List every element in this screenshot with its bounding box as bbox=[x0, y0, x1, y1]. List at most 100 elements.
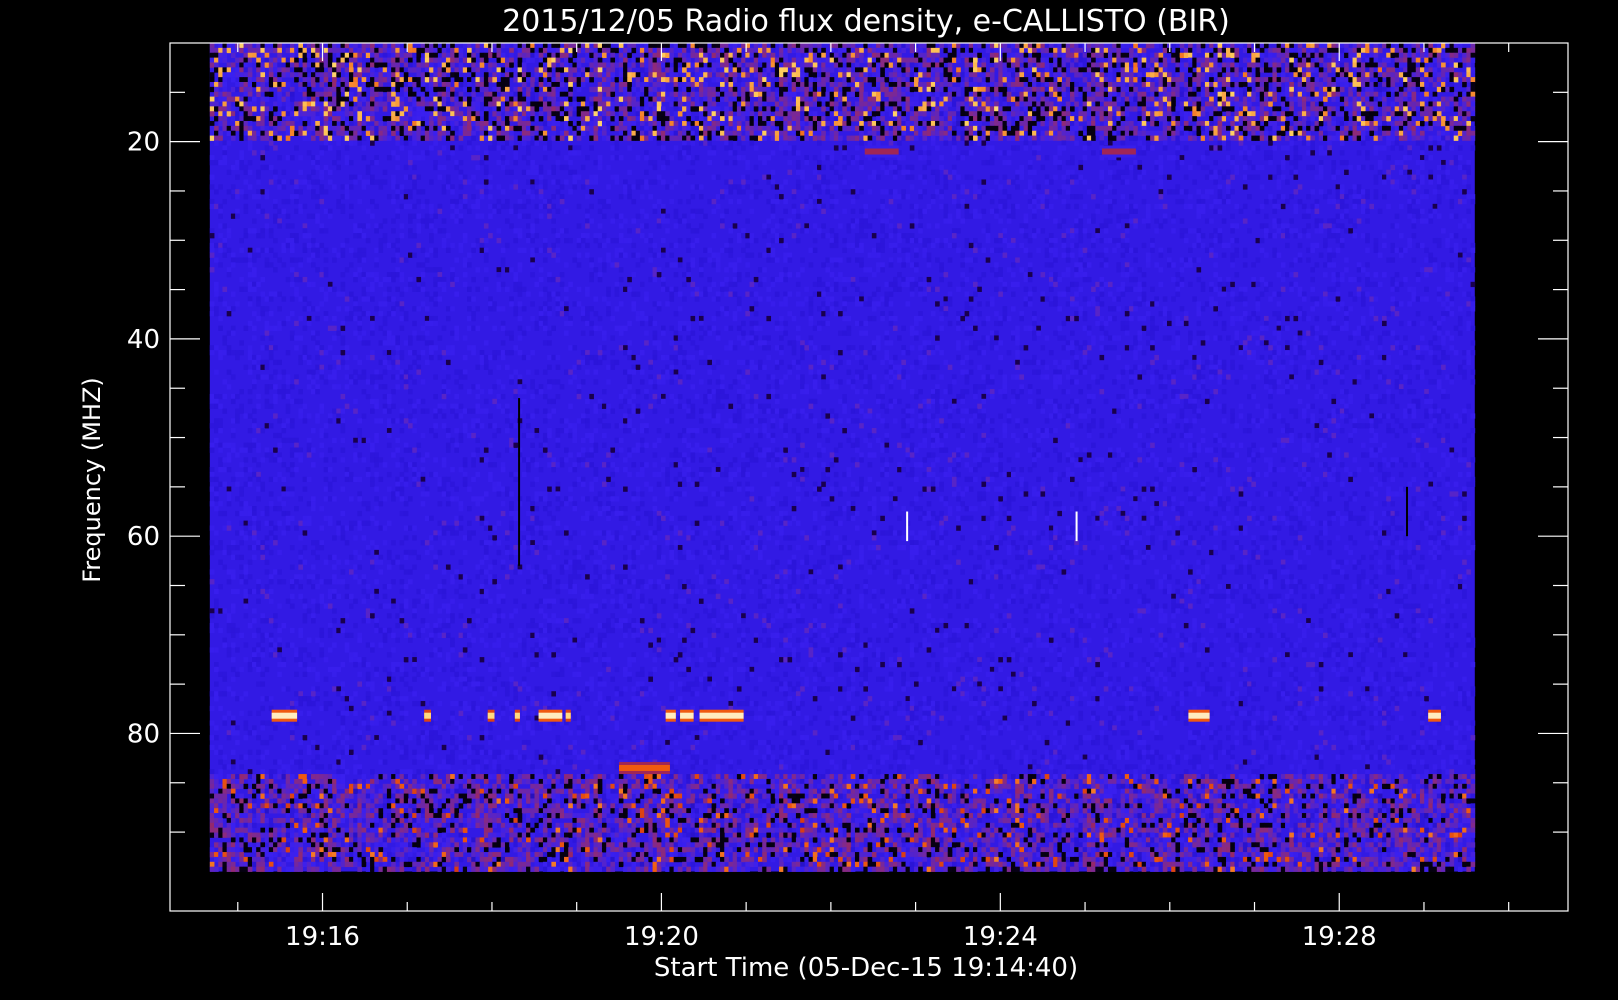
heatmap-cell bbox=[1382, 62, 1387, 68]
heatmap-cell bbox=[306, 106, 312, 112]
heatmap-cell bbox=[1091, 150, 1096, 156]
heatmap-cell bbox=[1293, 150, 1299, 156]
heatmap-cell bbox=[1268, 47, 1273, 54]
heatmap-cell bbox=[1091, 120, 1096, 127]
heatmap-cell bbox=[1133, 57, 1138, 63]
heatmap-cell bbox=[1356, 106, 1362, 112]
heatmap-cell bbox=[336, 111, 341, 117]
heatmap-cell bbox=[256, 91, 261, 98]
heatmap-cell bbox=[918, 43, 923, 49]
heatmap-cell bbox=[1129, 72, 1134, 78]
heatmap-cell bbox=[1462, 72, 1467, 78]
heatmap-cell bbox=[526, 77, 531, 83]
heatmap-cell bbox=[1192, 91, 1197, 98]
heatmap-cell bbox=[1188, 43, 1193, 49]
heatmap-cell bbox=[1107, 111, 1113, 117]
heatmap-cell bbox=[1166, 130, 1172, 136]
heatmap-cell bbox=[749, 67, 755, 73]
heatmap-cell bbox=[1314, 77, 1320, 83]
heatmap-cell bbox=[652, 62, 658, 68]
heatmap-cell bbox=[833, 130, 839, 136]
heatmap-cell bbox=[412, 91, 417, 98]
heatmap-cell bbox=[749, 120, 755, 127]
heatmap-cell bbox=[1470, 96, 1476, 102]
heatmap-cell bbox=[437, 130, 443, 136]
heatmap-cell bbox=[517, 77, 523, 83]
heatmap-cell bbox=[370, 96, 375, 102]
heatmap-cell bbox=[475, 125, 481, 132]
heatmap-cell bbox=[817, 116, 822, 122]
heatmap-cell bbox=[403, 67, 409, 73]
heatmap-cell bbox=[1234, 111, 1240, 117]
heatmap-cell bbox=[344, 91, 350, 98]
heatmap-cell bbox=[884, 101, 890, 107]
heatmap-cell bbox=[568, 67, 573, 73]
heatmap-cell bbox=[1251, 47, 1256, 54]
heatmap-cell bbox=[1238, 120, 1244, 127]
heatmap-cell bbox=[585, 72, 590, 78]
heatmap-cell bbox=[222, 145, 228, 151]
heatmap-cell bbox=[1061, 47, 1067, 54]
heatmap-cell bbox=[1356, 43, 1362, 49]
heatmap-cell bbox=[757, 130, 763, 136]
heatmap-cell bbox=[1310, 116, 1315, 122]
heatmap-cell bbox=[361, 77, 367, 83]
heatmap-cell bbox=[1133, 135, 1138, 141]
heatmap-cell bbox=[445, 81, 451, 88]
heatmap-cell bbox=[1065, 47, 1071, 54]
heatmap-cell bbox=[403, 72, 409, 78]
heatmap-cell bbox=[572, 130, 578, 136]
heatmap-cell bbox=[762, 135, 767, 141]
heatmap-cell bbox=[736, 120, 742, 127]
heatmap-cell bbox=[1061, 91, 1067, 98]
heatmap-cell bbox=[829, 57, 835, 63]
heatmap-cell bbox=[277, 62, 282, 68]
heatmap-cell bbox=[1107, 77, 1113, 83]
heatmap-cell bbox=[1453, 91, 1459, 98]
heatmap-cell bbox=[365, 111, 371, 117]
heatmap-cell bbox=[1124, 120, 1130, 127]
heatmap-cell bbox=[500, 81, 506, 88]
heatmap-cell bbox=[1263, 62, 1269, 68]
heatmap-cell bbox=[1428, 52, 1434, 59]
heatmap-cell bbox=[1183, 101, 1189, 107]
heatmap-cell bbox=[542, 106, 548, 112]
heatmap-cell bbox=[1373, 145, 1379, 151]
heatmap-cell bbox=[264, 96, 270, 102]
heatmap-cell bbox=[433, 47, 438, 54]
heatmap-cell bbox=[812, 47, 818, 54]
heatmap-cell bbox=[909, 86, 915, 93]
heatmap-cell bbox=[677, 62, 683, 68]
heatmap-cell bbox=[311, 52, 316, 59]
heatmap-cell bbox=[863, 135, 869, 141]
heatmap-cell bbox=[1074, 47, 1079, 54]
heatmap-cell bbox=[711, 62, 717, 68]
heatmap-cell bbox=[918, 111, 923, 117]
heatmap-cell bbox=[1158, 77, 1164, 83]
heatmap-cell bbox=[1044, 81, 1050, 88]
heatmap-cell bbox=[226, 47, 232, 54]
heatmap-cell bbox=[433, 81, 438, 88]
heatmap-cell bbox=[1234, 67, 1240, 73]
heatmap-cell bbox=[817, 96, 822, 102]
heatmap-cell bbox=[850, 43, 856, 49]
heatmap-cell bbox=[753, 67, 759, 73]
heatmap-cell bbox=[1158, 96, 1164, 102]
heatmap-cell bbox=[386, 57, 392, 63]
heatmap-cell bbox=[285, 96, 291, 102]
heatmap-cell bbox=[1238, 67, 1244, 73]
heatmap-cell bbox=[821, 120, 826, 127]
heatmap-cell bbox=[589, 72, 594, 78]
heatmap-cell bbox=[606, 96, 611, 102]
heatmap-cell bbox=[673, 57, 679, 63]
heatmap-cell bbox=[1078, 43, 1084, 49]
heatmap-cell bbox=[1390, 111, 1396, 117]
heatmap-cell bbox=[403, 77, 409, 83]
heatmap-cell bbox=[926, 52, 932, 59]
heatmap-cell bbox=[1331, 120, 1337, 127]
heatmap-cell bbox=[1065, 77, 1071, 83]
heatmap-cell bbox=[783, 91, 788, 98]
heatmap-cell bbox=[475, 101, 481, 107]
heatmap-cell bbox=[534, 106, 540, 112]
heatmap-cell bbox=[715, 72, 721, 78]
